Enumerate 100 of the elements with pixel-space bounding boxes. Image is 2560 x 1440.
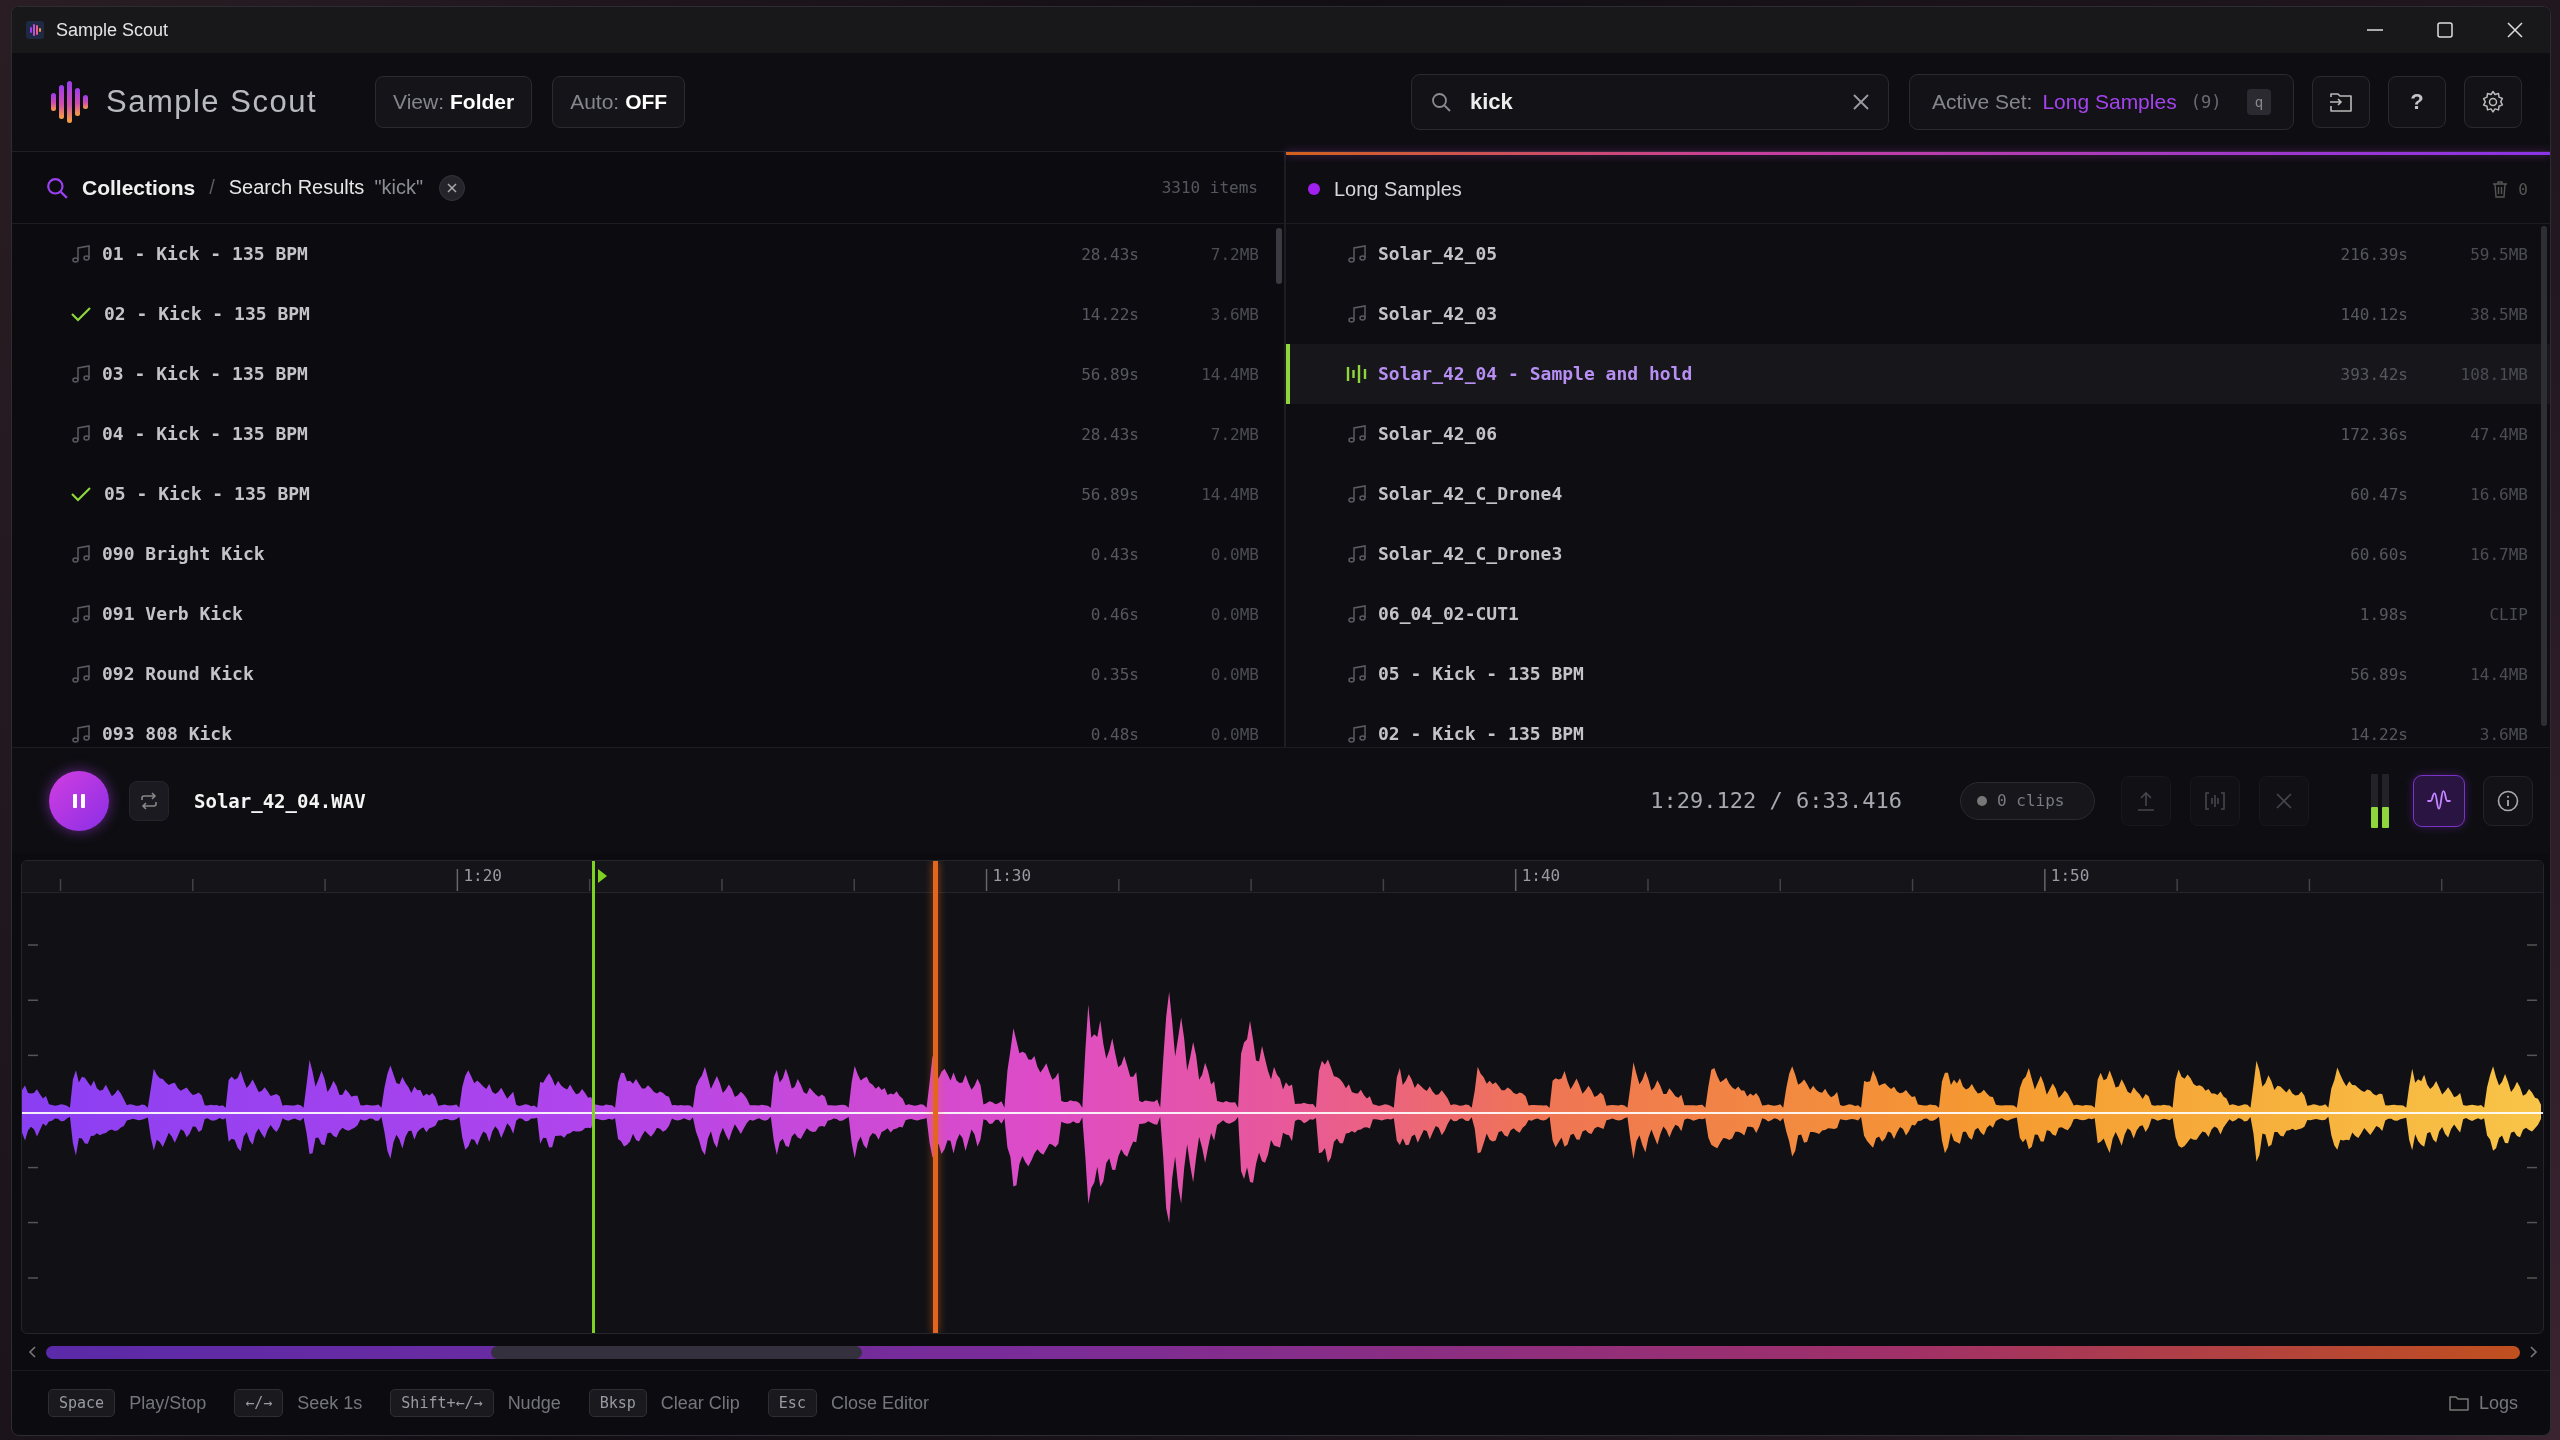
file-size: 3.6MB (2478, 724, 2528, 744)
active-set-selector[interactable]: Active Set: Long Samples (9) q (1909, 74, 2294, 130)
info-icon (2497, 789, 2519, 812)
duration: 56.89s (1080, 364, 1139, 384)
search-icon (46, 176, 68, 199)
sample-name[interactable]: 06_04_02-CUT1 (1378, 601, 1519, 627)
key-hint: Shift+←/→ (390, 1389, 494, 1417)
duration: 0.48s (1089, 724, 1139, 744)
sample-name[interactable]: 02 - Kick - 135 BPM (104, 301, 310, 327)
ruler-label: 1:30 (992, 866, 1032, 885)
sample-name[interactable]: Solar_42_04 - Sample and hold (1378, 361, 1693, 387)
close-icon (2507, 22, 2523, 38)
scrollbar-thumb[interactable] (491, 1345, 863, 1359)
shortcut-label: Play/Stop (129, 1392, 207, 1414)
shortcut-label: Clear Clip (660, 1392, 740, 1414)
sample-name[interactable]: 093 808 Kick (102, 721, 233, 747)
ruler-label: 1:50 (2050, 866, 2090, 885)
status-dot-icon (1977, 795, 1987, 806)
duration: 14.22s (1080, 304, 1139, 324)
info-button[interactable] (2483, 775, 2533, 826)
file-size: 38.5MB (2469, 304, 2528, 324)
pause-button[interactable] (49, 770, 109, 831)
trash-icon[interactable] (2492, 180, 2509, 198)
scroll-left-icon[interactable] (28, 1346, 36, 1358)
key-hint: ←/→ (234, 1389, 284, 1417)
window-title: Sample Scout (56, 19, 169, 41)
horizontal-scrollbar[interactable] (46, 1345, 2520, 1359)
duration: 56.89s (1080, 484, 1139, 504)
logo-icon (50, 81, 90, 123)
sample-name[interactable]: 02 - Kick - 135 BPM (1378, 721, 1584, 747)
sample-name[interactable]: Solar_42_C_Drone4 (1378, 481, 1563, 507)
music-note-icon (1346, 544, 1368, 564)
duration: 0.35s (1089, 664, 1139, 684)
search-field[interactable]: kick (1411, 74, 1889, 130)
list-scrollbar[interactable] (1276, 228, 1282, 284)
file-size: 14.4MB (1200, 484, 1259, 504)
sample-name[interactable]: 05 - Kick - 135 BPM (104, 481, 310, 507)
waveform-icon (1346, 364, 1368, 384)
duration: 1.98s (2358, 604, 2408, 624)
set-title: Long Samples (1334, 177, 1462, 201)
file-size: 7.2MB (1209, 244, 1259, 264)
duration: 60.60s (2349, 544, 2408, 564)
status-dot-icon (1308, 183, 1320, 195)
key-hint: Space (48, 1389, 116, 1417)
folder-arrow-icon (2329, 91, 2353, 113)
list-scrollbar[interactable] (2541, 226, 2547, 726)
clear-query-button[interactable] (439, 174, 466, 201)
duration: 0.43s (1089, 544, 1139, 564)
file-name: Solar_42_04.WAV (194, 789, 366, 812)
close-icon (1853, 94, 1869, 110)
help-button[interactable]: ? (2388, 76, 2446, 128)
duration: 14.22s (2349, 724, 2408, 744)
import-button[interactable] (2312, 76, 2370, 128)
duration: 60.47s (2349, 484, 2408, 504)
sample-name[interactable]: 04 - Kick - 135 BPM (102, 421, 308, 447)
sample-name[interactable]: 090 Bright Kick (102, 541, 265, 567)
folder-icon (2448, 1395, 2469, 1411)
file-size: 7.2MB (1209, 424, 1259, 444)
file-size: 16.7MB (2469, 544, 2528, 564)
sample-name[interactable]: 091 Verb Kick (102, 601, 243, 627)
sample-name[interactable]: 092 Round Kick (102, 661, 254, 687)
close-icon (2276, 792, 2292, 809)
music-note-icon (1346, 484, 1368, 504)
search-icon (1431, 92, 1451, 112)
duration: 172.36s (2339, 424, 2408, 444)
file-size: 0.0MB (1209, 724, 1259, 744)
music-note-icon (1346, 664, 1368, 684)
ruler-label: 1:20 (463, 866, 502, 885)
sample-name[interactable]: 03 - Kick - 135 BPM (102, 361, 308, 387)
app-icon (26, 21, 44, 39)
minimize-icon (2367, 29, 2383, 31)
time-ruler[interactable]: 1:20 1:30 1:40 1:50 (22, 861, 2543, 893)
file-size: 59.5MB (2469, 244, 2528, 264)
file-size: 14.4MB (2469, 664, 2528, 684)
sample-name[interactable]: Solar_42_C_Drone3 (1378, 541, 1563, 567)
selected-row[interactable]: Solar_42_04 - Sample and hold 393.42s 108.1MB (1286, 344, 2550, 404)
upload-icon (2137, 790, 2155, 811)
waveform-view-button[interactable] (2413, 774, 2465, 827)
close-icon (447, 182, 458, 193)
shortcut-key: q (2247, 89, 2271, 115)
settings-button[interactable] (2464, 76, 2522, 128)
sample-name[interactable]: Solar_42_05 (1378, 241, 1498, 267)
logs-button[interactable]: Logs (2444, 1388, 2522, 1418)
file-size: 0.0MB (1209, 544, 1259, 564)
toggle-button[interactable]: View: Folder (375, 76, 533, 128)
sample-name[interactable]: Solar_42_06 (1378, 421, 1498, 447)
scroll-right-icon[interactable] (2530, 1346, 2538, 1358)
loop-button[interactable] (129, 780, 169, 821)
sample-name[interactable]: 01 - Kick - 135 BPM (102, 241, 308, 267)
sample-name[interactable]: 05 - Kick - 135 BPM (1378, 661, 1584, 687)
cue-marker[interactable] (591, 861, 595, 1333)
breadcrumb-link[interactable]: Collections (82, 175, 196, 200)
sample-name[interactable]: Solar_42_03 (1378, 301, 1498, 327)
maximize-icon (2437, 22, 2453, 38)
clips-button[interactable]: 0 clips (1960, 781, 2095, 820)
item-count: 3310 items (1161, 178, 1258, 197)
toggle-button[interactable]: Auto: OFF (552, 76, 686, 128)
ruler-label: 1:40 (1521, 866, 1561, 885)
file-size: 14.4MB (1200, 364, 1259, 384)
duration: 28.43s (1080, 244, 1139, 264)
